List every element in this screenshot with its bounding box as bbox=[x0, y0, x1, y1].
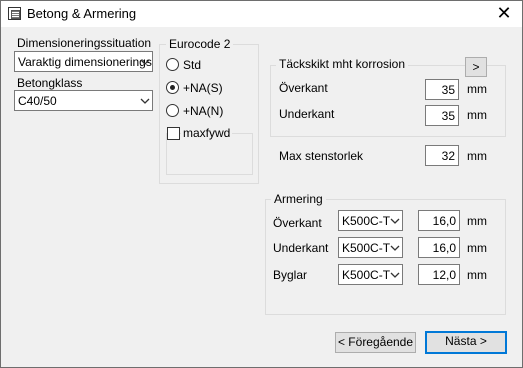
armering-group-title: Armering bbox=[271, 192, 326, 206]
radio-std[interactable] bbox=[166, 58, 179, 71]
tackskikt-more-button[interactable]: > bbox=[465, 57, 487, 77]
app-window-icon bbox=[8, 7, 21, 20]
maxfywd-checkbox[interactable] bbox=[167, 127, 180, 140]
max-stenstorlek-input[interactable]: 32 bbox=[425, 145, 459, 166]
tackskikt-underkant-unit: mm bbox=[467, 108, 487, 122]
armering-underkant-unit: mm bbox=[467, 241, 487, 255]
armering-byglar-select[interactable]: K500C-T bbox=[338, 264, 403, 285]
close-icon[interactable]: ✕ bbox=[493, 3, 515, 23]
next-button[interactable]: Nästa > bbox=[425, 331, 507, 354]
window-title: Betong & Armering bbox=[27, 6, 137, 21]
armering-overkant-input[interactable]: 16,0 bbox=[418, 210, 460, 231]
previous-button[interactable]: < Föregående bbox=[335, 332, 416, 353]
tackskikt-underkant-input[interactable]: 35 bbox=[425, 105, 459, 126]
chevron-down-icon bbox=[390, 271, 400, 279]
tackskikt-overkant-label: Överkant bbox=[279, 81, 328, 95]
armering-byglar-unit: mm bbox=[467, 268, 487, 282]
max-stenstorlek-unit: mm bbox=[467, 149, 487, 163]
chevron-down-icon bbox=[390, 244, 400, 252]
armering-underkant-input[interactable]: 16,0 bbox=[418, 237, 460, 258]
radio-na-s-label: +NA(S) bbox=[183, 81, 223, 95]
betongklass-label: Betongklass bbox=[17, 76, 83, 90]
armering-overkant-label: Överkant bbox=[273, 216, 322, 230]
armering-underkant-label: Underkant bbox=[273, 241, 329, 255]
tackskikt-overkant-input[interactable]: 35 bbox=[425, 79, 459, 100]
armering-byglar-input[interactable]: 12,0 bbox=[418, 264, 460, 285]
armering-overkant-unit: mm bbox=[467, 214, 487, 228]
radio-na-n[interactable] bbox=[166, 104, 179, 117]
radio-std-label: Std bbox=[183, 58, 202, 72]
radio-na-n-label: +NA(N) bbox=[183, 104, 224, 118]
maxfywd-label: maxfywd bbox=[181, 126, 233, 140]
chevron-down-icon bbox=[140, 58, 150, 66]
armering-underkant-select[interactable]: K500C-T bbox=[338, 237, 403, 258]
armering-overkant-select[interactable]: K500C-T bbox=[338, 210, 403, 231]
betongklass-value: C40/50 bbox=[18, 94, 57, 108]
armering-byglar-label: Byglar bbox=[273, 268, 308, 282]
chevron-down-icon bbox=[140, 97, 150, 105]
armering-underkant-grade: K500C-T bbox=[342, 241, 391, 255]
dimensioneringssituation-label: Dimensioneringssituation bbox=[17, 36, 152, 50]
dimensioneringssituation-select[interactable]: Varaktig dimensionerings bbox=[14, 51, 153, 72]
armering-overkant-grade: K500C-T bbox=[342, 214, 391, 228]
betongklass-select[interactable]: C40/50 bbox=[14, 90, 153, 111]
chevron-down-icon bbox=[390, 217, 400, 225]
tackskikt-underkant-label: Underkant bbox=[279, 107, 335, 121]
radio-na-s[interactable] bbox=[166, 81, 179, 94]
tackskikt-group-title: Täckskikt mht korrosion bbox=[276, 57, 409, 71]
dimensioneringssituation-value: Varaktig dimensionerings bbox=[18, 55, 152, 69]
armering-byglar-grade: K500C-T bbox=[342, 268, 391, 282]
eurocode-group-title: Eurocode 2 bbox=[166, 37, 234, 51]
tackskikt-overkant-unit: mm bbox=[467, 82, 487, 96]
max-stenstorlek-label: Max stenstorlek bbox=[279, 149, 364, 163]
